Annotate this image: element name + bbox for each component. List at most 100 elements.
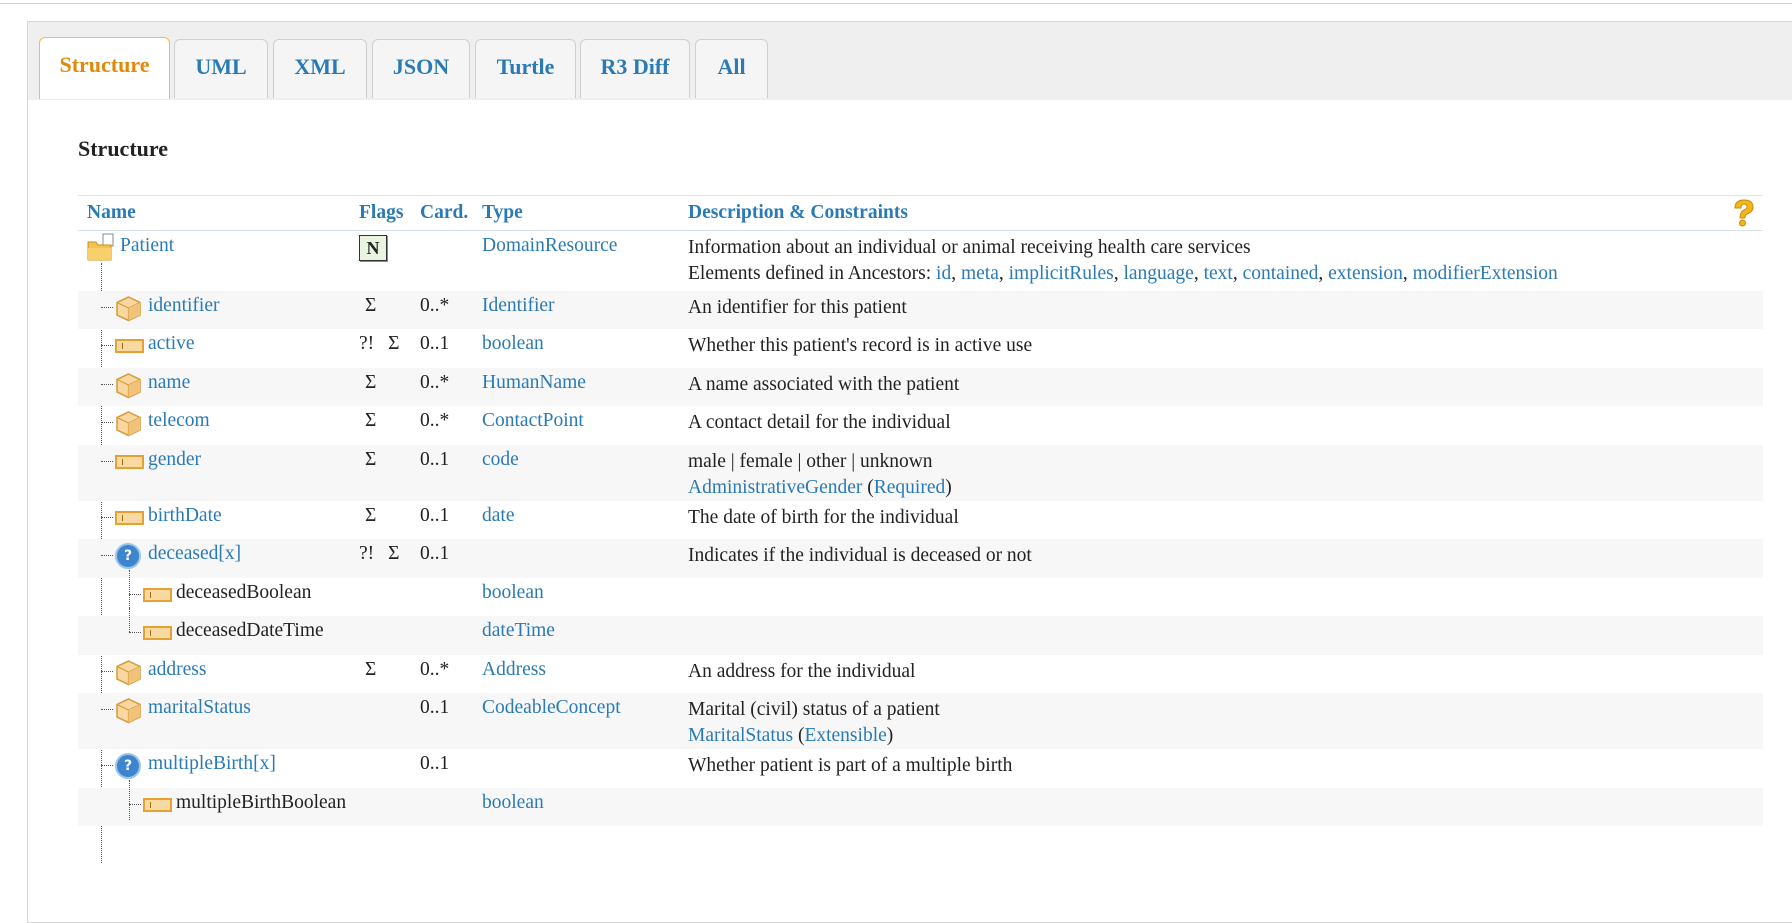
type-link[interactable]: code [482, 449, 519, 470]
summary-flag[interactable]: Σ [365, 505, 376, 527]
description-cell [679, 578, 1763, 617]
choice-icon: ? [115, 543, 141, 569]
type-link[interactable]: DomainResource [482, 235, 617, 256]
flags-cell: Σ [350, 406, 411, 445]
element-name-link[interactable]: name [148, 372, 190, 394]
flags-cell: ?! Σ [350, 539, 411, 578]
name-cell: ? deceased[x] [78, 539, 350, 578]
element-name-link[interactable]: active [148, 333, 195, 355]
type-link[interactable]: boolean [482, 792, 544, 813]
column-header-name[interactable]: Name [78, 195, 350, 231]
element-name-link[interactable]: birthDate [148, 505, 222, 527]
element-name-link[interactable]: maritalStatus [148, 697, 251, 719]
type-cell: Identifier [473, 290, 679, 329]
card-cell: 0..* [420, 410, 450, 431]
summary-flag[interactable]: Σ [388, 333, 399, 355]
flags-cell: N [350, 231, 411, 291]
column-header-description-label[interactable]: Description & Constraints [688, 202, 908, 223]
binding-strength-link[interactable]: Extensible [804, 725, 886, 746]
tab-uml[interactable]: UML [174, 39, 268, 98]
binding-strength-link[interactable]: Required [874, 477, 945, 498]
summary-flag[interactable]: Σ [365, 295, 376, 317]
ancestor-link[interactable]: modifierExtension [1413, 263, 1558, 284]
element-name-link[interactable]: deceased[x] [148, 543, 241, 565]
table-row: gender Σ 0..1 code male | female | other | u… [78, 444, 1763, 501]
resource-content-frame: Structure UML XML JSON Turtle R3 Diff Al… [27, 21, 1792, 923]
column-header-card[interactable]: Card. [411, 195, 473, 231]
name-cell: deceasedBoolean [78, 569, 350, 617]
tab-xml[interactable]: XML [273, 39, 367, 98]
tree-branch-line [129, 803, 141, 805]
tab-turtle[interactable]: Turtle [475, 39, 576, 98]
name-cell: gender [78, 444, 350, 501]
tab-structure[interactable]: Structure [39, 37, 170, 99]
flags-cell: ?! Σ [350, 329, 411, 368]
value-set-link[interactable]: MaritalStatus [688, 725, 793, 746]
tab-r3-diff[interactable]: R3 Diff [580, 39, 690, 98]
description-text: Information about an individual or anima… [688, 237, 1251, 258]
summary-flag[interactable]: Σ [365, 449, 376, 471]
element-name-link[interactable]: address [148, 659, 206, 681]
table-row: deceasedBoolean boolean [78, 569, 1763, 617]
element-name-link[interactable]: Patient [120, 235, 174, 257]
type-link[interactable]: Identifier [482, 295, 555, 316]
element-name-link[interactable]: telecom [148, 410, 210, 432]
element-name-link[interactable]: identifier [148, 295, 219, 317]
tab-json[interactable]: JSON [372, 39, 470, 98]
type-cell: boolean [473, 329, 679, 368]
ancestors-label: Elements defined in Ancestors: [688, 263, 937, 284]
normative-badge[interactable]: N [359, 235, 387, 261]
element-name-link[interactable]: multipleBirth[x] [148, 753, 276, 775]
question-mark-icon[interactable] [1731, 198, 1757, 228]
ancestor-link[interactable]: id [936, 263, 951, 284]
type-cell: CodeableConcept [473, 693, 679, 749]
ancestor-link[interactable]: implicitRules [1009, 263, 1114, 284]
modifier-flag[interactable]: ?! [359, 543, 374, 565]
type-link[interactable]: Address [482, 659, 546, 680]
table-row: deceasedDateTime dateTime [78, 608, 1763, 655]
type-link[interactable]: date [482, 505, 514, 526]
primitive-icon [143, 626, 172, 640]
table-row: maritalStatus 0..1 CodeableConcept Marital … [78, 693, 1763, 749]
ancestor-link[interactable]: contained [1243, 263, 1319, 284]
column-header-type[interactable]: Type [473, 195, 679, 231]
value-set-binding: MaritalStatus (Extensible) [688, 725, 894, 746]
description-text: Whether patient is part of a multiple bi… [688, 755, 1013, 776]
ancestor-link[interactable]: meta [961, 263, 999, 284]
description-cell [679, 787, 1763, 826]
type-link[interactable]: ContactPoint [482, 410, 584, 431]
type-link[interactable]: boolean [482, 333, 544, 354]
value-set-link[interactable]: AdministrativeGender [688, 477, 862, 498]
ancestor-link[interactable]: extension [1328, 263, 1403, 284]
column-header-flags[interactable]: Flags [350, 195, 411, 231]
description-cell: Whether this patient's record is in acti… [679, 329, 1763, 368]
name-cell: birthDate [78, 501, 350, 540]
summary-flag[interactable]: Σ [365, 410, 376, 432]
type-link[interactable]: boolean [482, 582, 544, 603]
description-cell: An identifier for this patient [679, 290, 1763, 329]
modifier-flag[interactable]: ?! [359, 333, 374, 355]
type-link[interactable]: dateTime [482, 620, 555, 641]
type-cell [473, 749, 679, 788]
ancestor-elements: Elements defined in Ancestors: id, meta,… [688, 263, 1558, 284]
table-row: telecom Σ 0..* ContactPoint A contact detail… [78, 406, 1763, 445]
description-cell: Indicates if the individual is deceased … [679, 539, 1763, 578]
primitive-icon [143, 797, 172, 812]
type-cell: Address [473, 655, 679, 694]
element-name-link[interactable]: gender [148, 449, 201, 471]
datatype-cube-icon [115, 295, 142, 322]
tab-all[interactable]: All [695, 39, 768, 98]
summary-flag[interactable]: Σ [365, 659, 376, 681]
card-cell: 0..1 [411, 693, 473, 749]
summary-flag[interactable]: Σ [388, 543, 399, 565]
ancestor-link[interactable]: language [1123, 263, 1193, 284]
type-link[interactable]: HumanName [482, 372, 586, 393]
ancestor-link[interactable]: text [1204, 263, 1233, 284]
summary-flag[interactable]: Σ [365, 372, 376, 394]
description-cell: A contact detail for the individual [679, 406, 1763, 445]
name-cell: active [78, 329, 350, 368]
description-text: A contact detail for the individual [688, 412, 951, 433]
name-cell: maritalStatus [78, 693, 350, 749]
type-link[interactable]: CodeableConcept [482, 697, 621, 718]
tree-branch-line [101, 383, 113, 385]
